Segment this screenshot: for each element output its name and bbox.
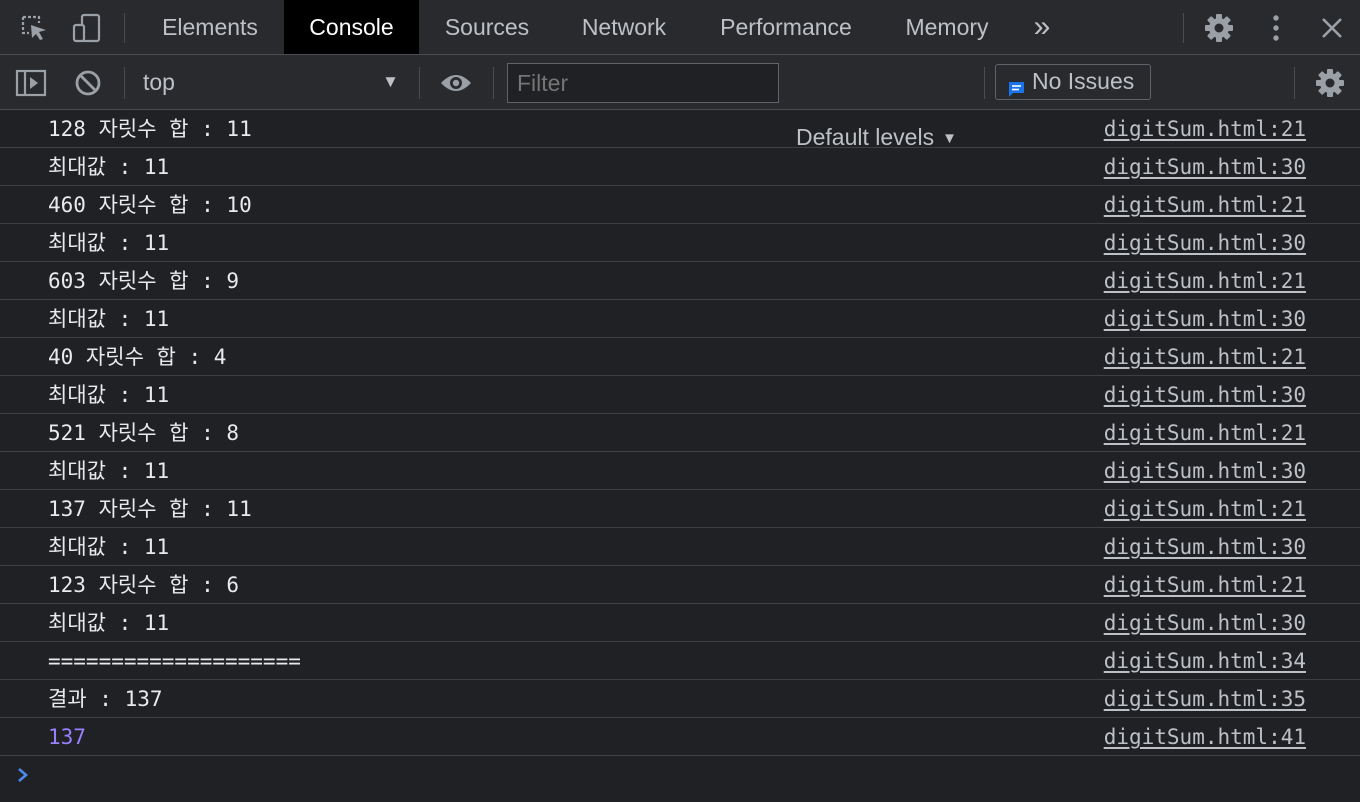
console-message-text: 40 자릿수 합 : 4 (48, 345, 227, 369)
console-message: 460 자릿수 합 : 10 digitSum.html:21 (0, 186, 1360, 224)
tab-console[interactable]: Console (284, 0, 419, 54)
console-message: 최대값 : 11 digitSum.html:30 (0, 148, 1360, 186)
console-message: 521 자릿수 합 : 8 digitSum.html:21 (0, 414, 1360, 452)
source-link[interactable]: digitSum.html:30 (1104, 300, 1306, 338)
console-message: 137 digitSum.html:41 (0, 718, 1360, 756)
source-link[interactable]: digitSum.html:35 (1104, 680, 1306, 718)
toolbar-divider (1294, 67, 1295, 99)
close-icon[interactable] (1314, 10, 1350, 46)
toolbar-divider (493, 67, 494, 99)
console-message-text: 최대값 : 11 (48, 535, 170, 559)
source-link[interactable]: digitSum.html:21 (1104, 110, 1306, 148)
console-message: ==================== digitSum.html:34 (0, 642, 1360, 680)
source-link[interactable]: digitSum.html:21 (1104, 262, 1306, 300)
source-link[interactable]: digitSum.html:21 (1104, 338, 1306, 376)
console-message-text: 최대값 : 11 (48, 383, 170, 407)
tab-performance[interactable]: Performance (702, 0, 870, 54)
show-sidebar-icon[interactable] (14, 67, 48, 99)
tab-memory[interactable]: Memory (887, 0, 1007, 54)
console-message-text: 128 자릿수 합 : 11 (48, 117, 252, 141)
devtools-tabbar: Elements Console Sources Network Perform… (0, 0, 1360, 55)
source-link[interactable]: digitSum.html:30 (1104, 376, 1306, 414)
source-link[interactable]: digitSum.html:21 (1104, 566, 1306, 604)
tab-network[interactable]: Network (560, 0, 688, 54)
live-expression-eye-icon[interactable] (438, 69, 474, 97)
source-link[interactable]: digitSum.html:21 (1104, 186, 1306, 224)
dropdown-arrow-icon: ▼ (382, 72, 399, 91)
prompt-chevron-icon (18, 768, 28, 782)
console-messages: 128 자릿수 합 : 11 digitSum.html:21 최대값 : 11… (0, 110, 1360, 756)
console-settings-gear-icon[interactable] (1313, 66, 1347, 100)
tabbar-divider (1183, 13, 1184, 43)
settings-gear-icon[interactable] (1201, 10, 1237, 46)
source-link[interactable]: digitSum.html:30 (1104, 604, 1306, 642)
console-message-text: 137 자릿수 합 : 11 (48, 497, 252, 521)
console-message-text: 최대값 : 11 (48, 231, 170, 255)
console-message-text: ==================== (48, 649, 301, 673)
toolbar-divider (984, 67, 985, 99)
console-message-text: 최대값 : 11 (48, 611, 170, 635)
console-message: 최대값 : 11 digitSum.html:30 (0, 528, 1360, 566)
source-link[interactable]: digitSum.html:41 (1104, 718, 1306, 756)
console-message: 40 자릿수 합 : 4 digitSum.html:21 (0, 338, 1360, 376)
tab-elements[interactable]: Elements (145, 0, 275, 54)
console-message-text: 결과 : 137 (48, 687, 163, 711)
context-selector[interactable]: top ▼ (143, 65, 405, 99)
clear-console-icon[interactable] (72, 67, 104, 99)
tabbar-divider (124, 13, 125, 43)
source-link[interactable]: digitSum.html:34 (1104, 642, 1306, 680)
console-message: 최대값 : 11 digitSum.html:30 (0, 376, 1360, 414)
console-message: 결과 : 137 digitSum.html:35 (0, 680, 1360, 718)
more-tabs-button[interactable]: » (1020, 0, 1064, 54)
source-link[interactable]: digitSum.html:30 (1104, 452, 1306, 490)
console-message-number: 137 (48, 725, 86, 749)
source-link[interactable]: digitSum.html:30 (1104, 148, 1306, 186)
context-selector-value: top (143, 69, 175, 95)
console-prompt-input[interactable] (16, 762, 36, 788)
toolbar-divider (124, 67, 125, 99)
issues-button[interactable]: No Issues (995, 64, 1151, 100)
filter-input[interactable] (507, 63, 779, 103)
source-link[interactable]: digitSum.html:21 (1104, 414, 1306, 452)
console-message-text: 521 자릿수 합 : 8 (48, 421, 240, 445)
source-link[interactable]: digitSum.html:21 (1104, 490, 1306, 528)
console-message-text: 460 자릿수 합 : 10 (48, 193, 252, 217)
source-link[interactable]: digitSum.html:30 (1104, 528, 1306, 566)
console-message-text: 최대값 : 11 (48, 155, 170, 179)
issues-label: No Issues (1032, 68, 1135, 94)
console-message-text: 최대값 : 11 (48, 307, 170, 331)
console-message: 최대값 : 11 digitSum.html:30 (0, 604, 1360, 642)
inspect-element-icon[interactable] (16, 10, 52, 46)
device-toolbar-icon[interactable] (69, 10, 105, 46)
console-message-text: 603 자릿수 합 : 9 (48, 269, 240, 293)
source-link[interactable]: digitSum.html:30 (1104, 224, 1306, 262)
tab-sources[interactable]: Sources (428, 0, 546, 54)
console-message: 최대값 : 11 digitSum.html:30 (0, 452, 1360, 490)
console-message-text: 123 자릿수 합 : 6 (48, 573, 240, 597)
console-message: 최대값 : 11 digitSum.html:30 (0, 300, 1360, 338)
issues-message-icon (1008, 74, 1025, 107)
console-message: 최대값 : 11 digitSum.html:30 (0, 224, 1360, 262)
console-message: 128 자릿수 합 : 11 digitSum.html:21 (0, 110, 1360, 148)
console-message-text: 최대값 : 11 (48, 459, 170, 483)
console-message: 123 자릿수 합 : 6 digitSum.html:21 (0, 566, 1360, 604)
more-options-icon[interactable] (1258, 10, 1294, 46)
console-message: 137 자릿수 합 : 11 digitSum.html:21 (0, 490, 1360, 528)
console-message: 603 자릿수 합 : 9 digitSum.html:21 (0, 262, 1360, 300)
toolbar-divider (419, 67, 420, 99)
